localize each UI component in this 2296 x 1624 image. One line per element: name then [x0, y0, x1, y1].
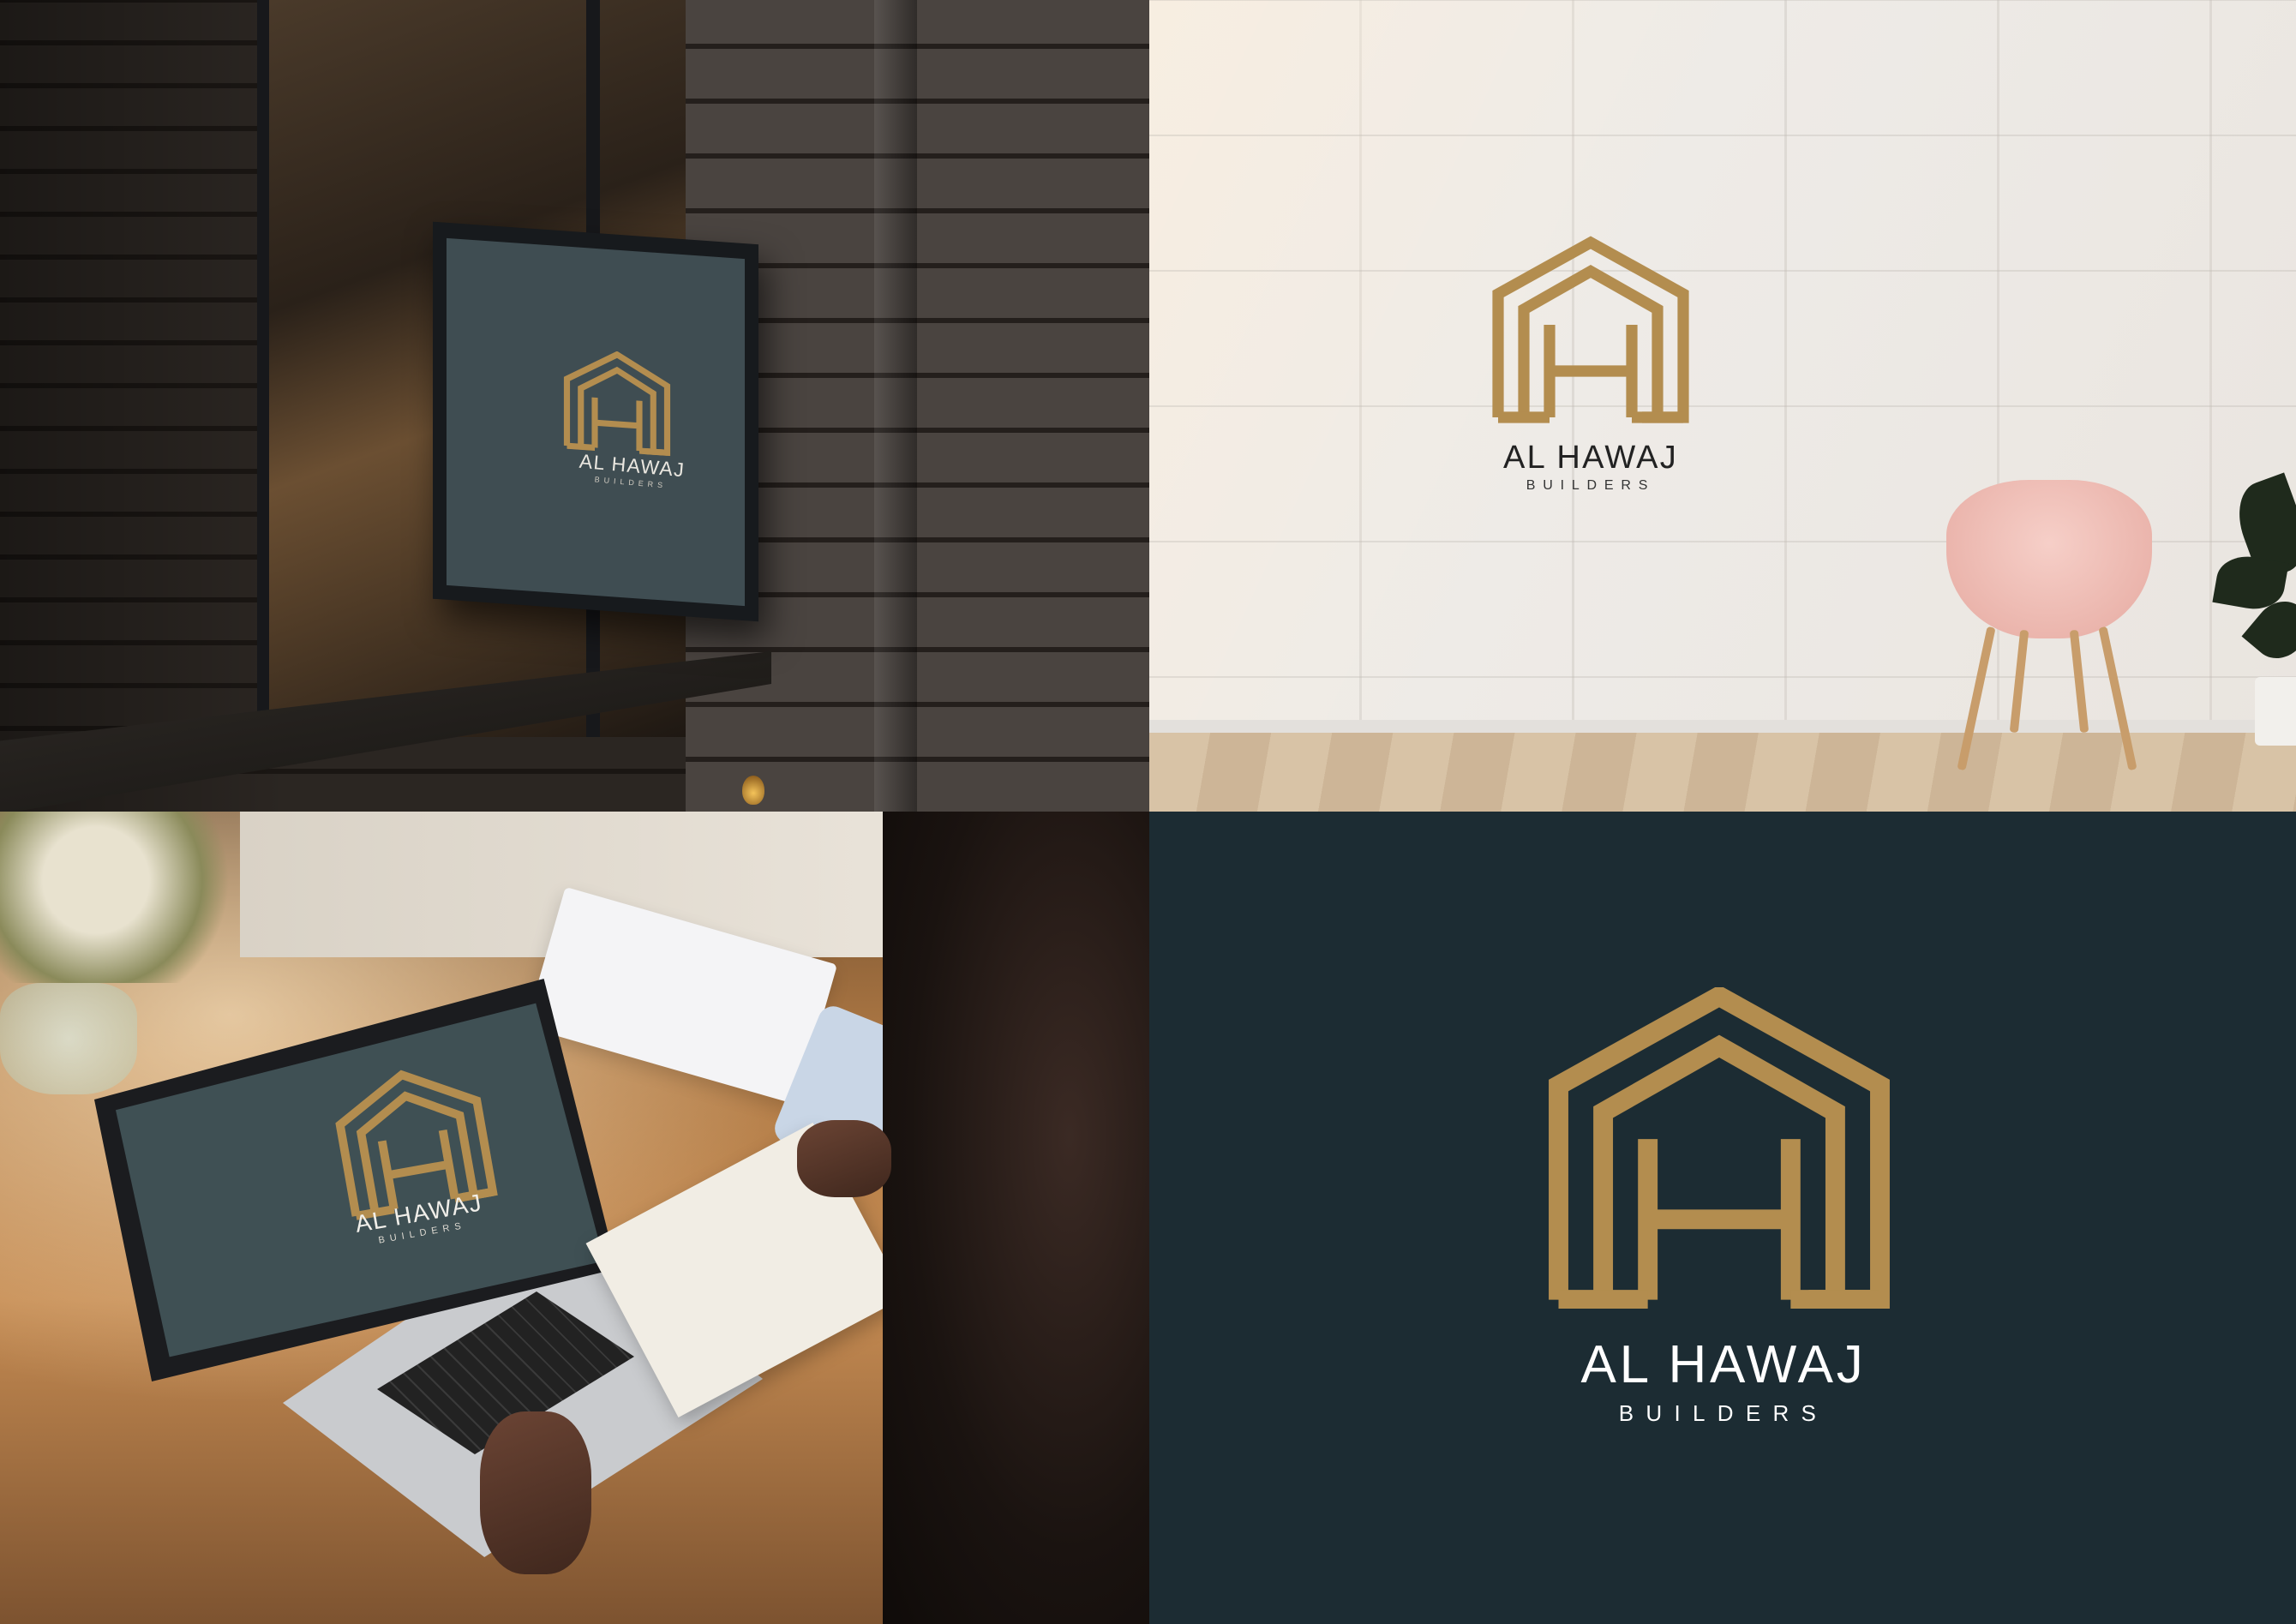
solid-logo-panel: AL HAWAJ BUILDERS [1149, 812, 2296, 1624]
person [883, 812, 1149, 1624]
brand-name: AL HAWAJ [1502, 440, 1679, 476]
house-h-logo-icon [1549, 987, 1890, 1309]
chair-icon [1946, 480, 2152, 638]
wall-mockup-panel: AL HAWAJ BUILDERS [1149, 0, 2296, 812]
wall-wordmark: AL HAWAJ BUILDERS [1441, 441, 1741, 493]
house-h-logo-icon [563, 351, 671, 457]
solid-wordmark: AL HAWAJ BUILDERS [1458, 1335, 1989, 1426]
mockup-collage: AL HAWAJ BUILDERS AL HAWAJ BUILDERS AL H… [0, 0, 2296, 1624]
light-bulb-icon [742, 776, 764, 805]
flower-vase-icon [0, 812, 240, 983]
brand-tagline: BUILDERS [1618, 1400, 1829, 1426]
laptop-mockup-panel: AL HAWAJ BUILDERS [0, 812, 1149, 1624]
signboard-mockup-panel: AL HAWAJ BUILDERS [0, 0, 1149, 812]
brand-name: AL HAWAJ [1580, 1335, 1867, 1394]
house-h-logo-icon [1492, 236, 1689, 423]
brand-tagline: BUILDERS [1526, 478, 1656, 493]
